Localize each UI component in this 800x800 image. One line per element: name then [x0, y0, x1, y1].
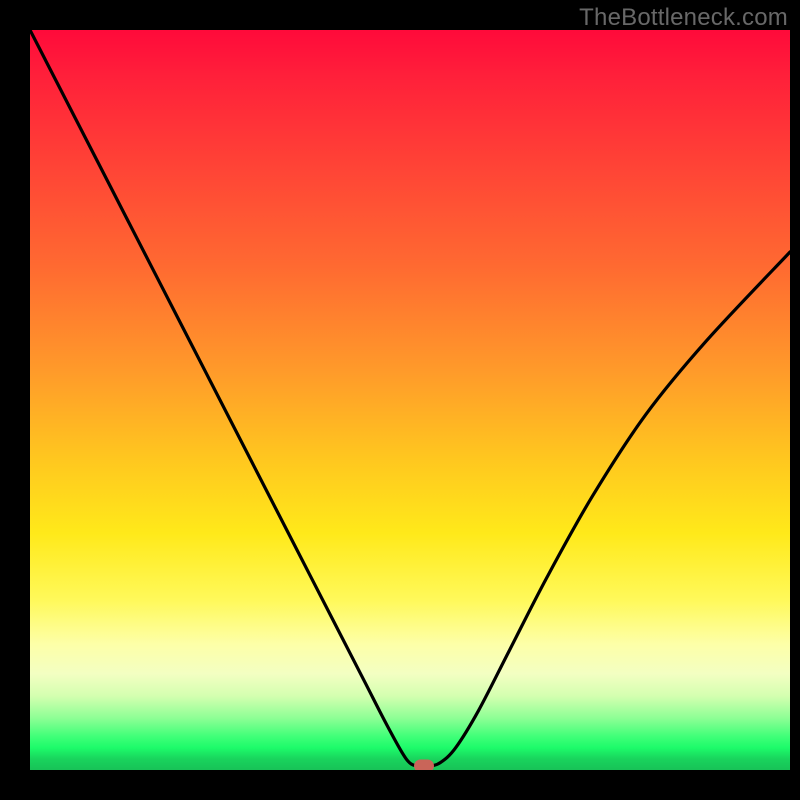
minimum-marker — [414, 759, 434, 770]
chart-frame: TheBottleneck.com — [0, 0, 800, 800]
watermark-text: TheBottleneck.com — [579, 4, 788, 32]
plot-area — [30, 30, 790, 770]
bottleneck-curve — [30, 30, 790, 770]
